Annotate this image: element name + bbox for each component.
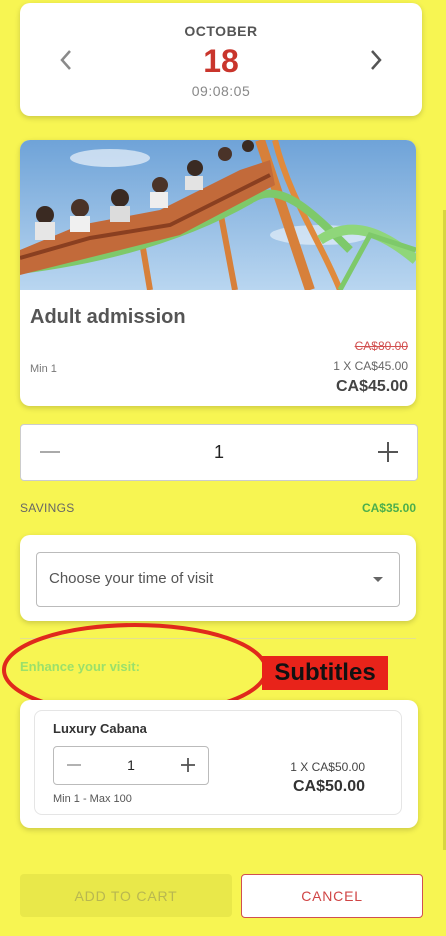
date-picker: OCTOBER 18 09:08:05 — [20, 3, 422, 116]
savings-amount: CA$35.00 — [361, 501, 416, 515]
enhance-visit-heading: Enhance your visit: — [20, 659, 140, 674]
roller-coaster-image — [20, 140, 416, 290]
time-select-card: Choose your time of visit — [20, 535, 416, 621]
month-label: OCTOBER — [184, 23, 258, 39]
quantity-stepper: 1 — [20, 424, 418, 481]
next-day-button[interactable] — [362, 45, 390, 75]
time-label: 09:08:05 — [191, 83, 251, 99]
time-select-placeholder: Choose your time of visit — [49, 570, 214, 587]
caret-down-icon — [373, 577, 383, 582]
cancel-button[interactable]: CANCEL — [241, 874, 423, 918]
cabana-quantity-stepper: 1 — [53, 746, 209, 785]
time-of-visit-select[interactable]: Choose your time of visit — [36, 552, 400, 607]
savings-label: SAVINGS — [20, 501, 75, 515]
chevron-right-icon — [371, 50, 382, 70]
ticket-card: Adult admission Min 1 CA$80.00 1 X CA$45… — [20, 140, 416, 406]
quantity-value: 1 — [213, 442, 224, 462]
cabana-card: Luxury Cabana 1 Min 1 - Max 100 1 X CA$5… — [20, 700, 418, 828]
increase-quantity-button[interactable] — [373, 437, 403, 467]
cabana-increase-button[interactable] — [178, 755, 198, 775]
add-to-cart-button[interactable]: ADD TO CART — [20, 874, 232, 917]
cabana-total-price: CA$50.00 — [292, 778, 365, 795]
ticket-title: Adult admission — [30, 306, 186, 328]
ticket-total-price: CA$45.00 — [335, 378, 408, 395]
original-price: CA$80.00 — [354, 339, 408, 353]
ticket-min-label: Min 1 — [30, 363, 57, 375]
cabana-item: Luxury Cabana 1 Min 1 - Max 100 1 X CA$5… — [34, 710, 402, 815]
plus-icon — [378, 442, 398, 462]
annotation-label: Subtitles — [262, 656, 388, 690]
cabana-limits: Min 1 - Max 100 — [53, 793, 132, 805]
cabana-unit-price: 1 X CA$50.00 — [290, 760, 365, 774]
cabana-title: Luxury Cabana — [53, 721, 147, 736]
plus-icon — [181, 758, 195, 772]
unit-price: 1 X CA$45.00 — [333, 359, 408, 373]
